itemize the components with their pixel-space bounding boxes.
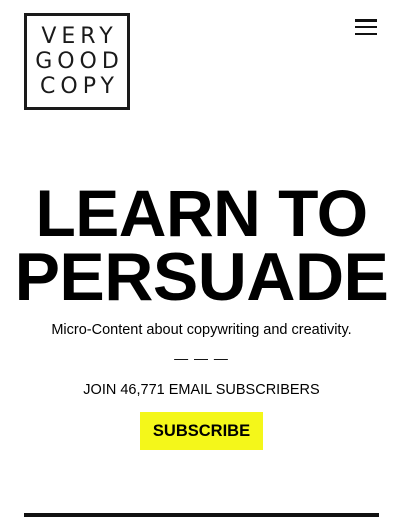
menu-bar-middle — [355, 25, 377, 29]
subscriber-count-text: JOIN 46,771 EMAIL SUBSCRIBERS — [83, 382, 320, 398]
logo-line-good: GOOD — [35, 49, 124, 74]
bottom-divider-bar — [24, 513, 379, 517]
dash-divider: — — — — [174, 350, 229, 366]
subscribe-button[interactable]: SUBSCRIBE — [140, 412, 263, 450]
hero-title-line-2: PERSUADE — [14, 239, 389, 315]
hero-title: LEARN TO PERSUADE — [0, 180, 403, 315]
logo-line-very: VERY — [41, 24, 118, 49]
hero-subtitle: Micro-Content about copywriting and crea… — [51, 322, 352, 338]
logo-line-copy: COPY — [40, 74, 119, 99]
menu-bar-bottom — [355, 32, 377, 35]
page: VERY GOOD COPY LEARN TO PERSUADE Micro-C… — [0, 0, 403, 517]
menu-bar-top — [355, 19, 377, 22]
hamburger-menu-icon[interactable] — [355, 18, 377, 36]
site-logo[interactable]: VERY GOOD COPY — [24, 13, 130, 110]
